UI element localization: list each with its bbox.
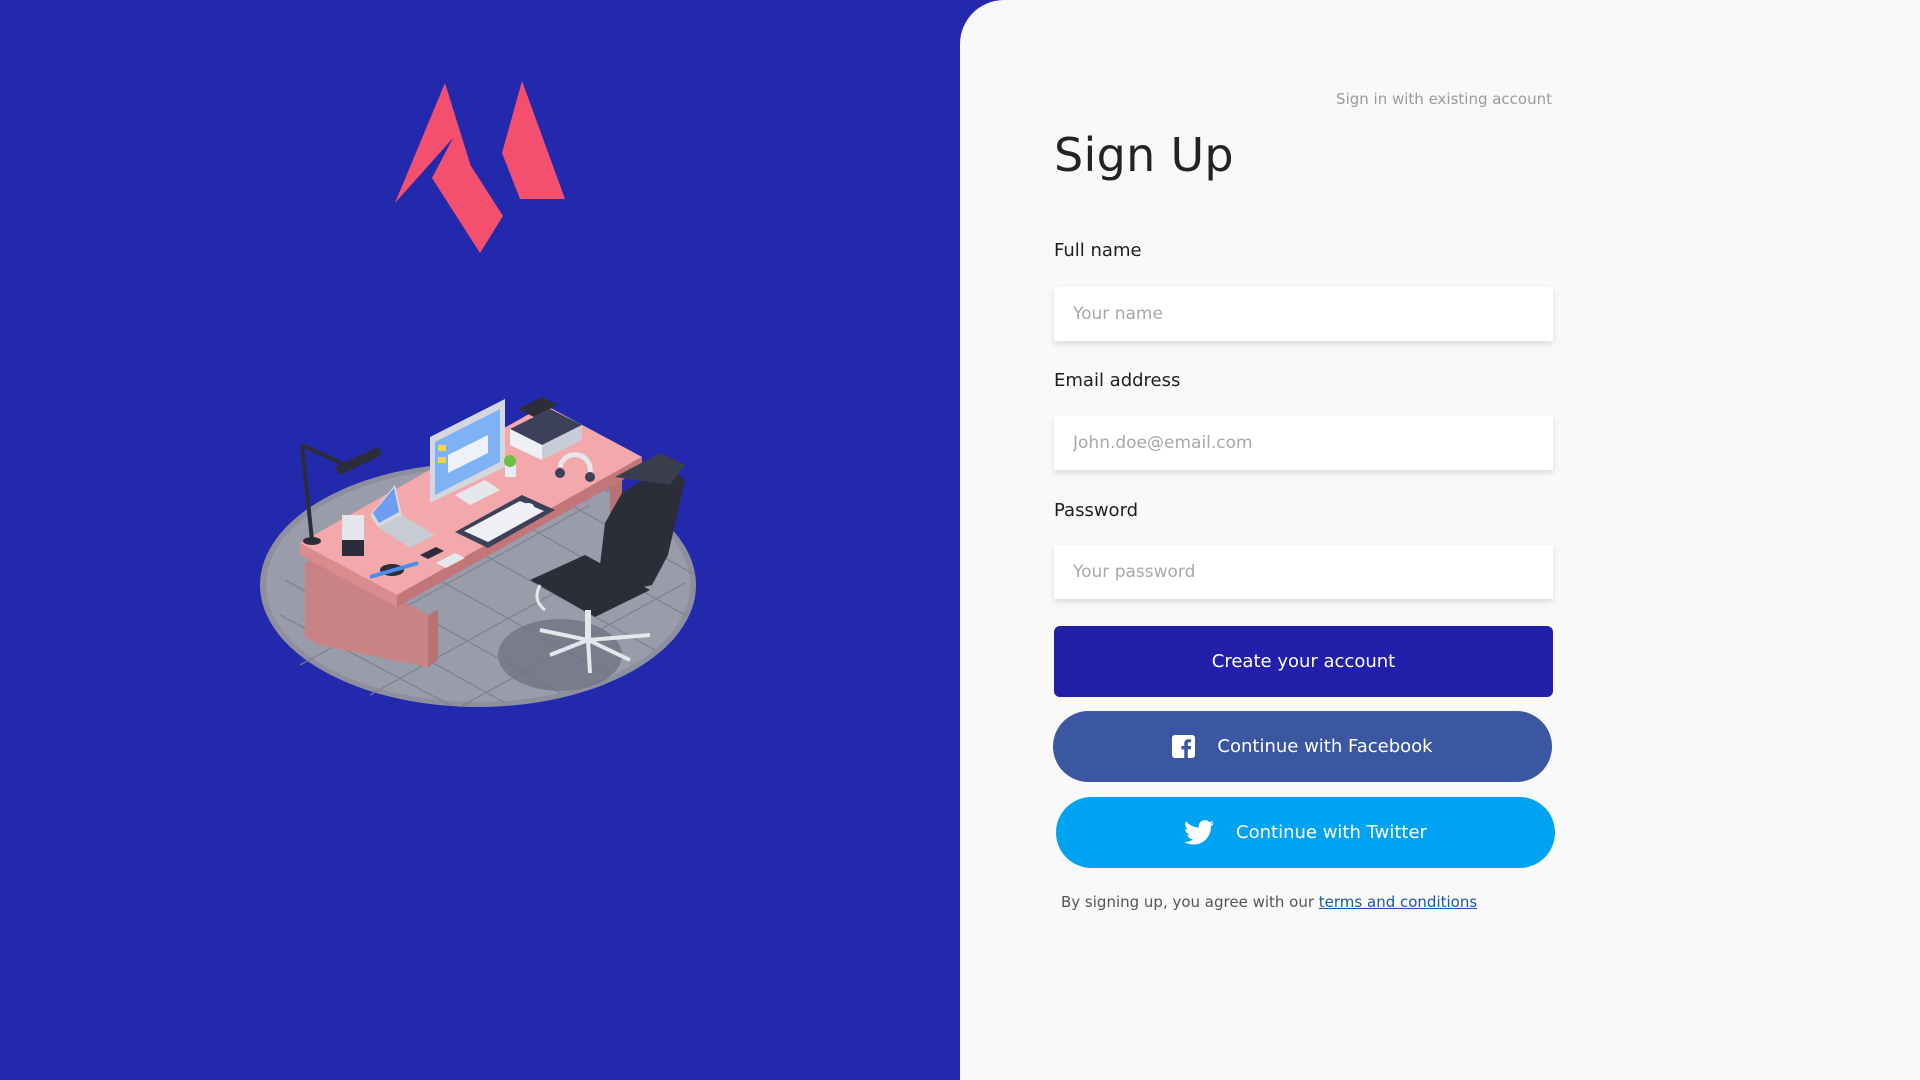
- twitter-icon: [1184, 820, 1215, 845]
- password-input[interactable]: [1054, 545, 1553, 599]
- terms-link[interactable]: terms and conditions: [1319, 893, 1477, 911]
- continue-facebook-label: Continue with Facebook: [1217, 736, 1433, 757]
- fullname-label: Full name: [1054, 240, 1142, 261]
- continue-twitter-label: Continue with Twitter: [1236, 822, 1427, 843]
- create-account-button[interactable]: Create your account: [1054, 626, 1553, 697]
- signup-panel: Sign in with existing account Sign Up Fu…: [960, 0, 1920, 1080]
- desk-illustration: [260, 397, 696, 708]
- brand-logo-icon: [395, 81, 565, 253]
- create-account-label: Create your account: [1211, 651, 1396, 672]
- terms-prefix: By signing up, you agree with our: [1061, 893, 1319, 911]
- signup-page: Sign in with existing account Sign Up Fu…: [0, 0, 1920, 1080]
- signin-existing-link[interactable]: Sign in with existing account: [1336, 90, 1552, 108]
- page-title: Sign Up: [1054, 128, 1234, 182]
- email-label: Email address: [1054, 370, 1181, 391]
- password-label: Password: [1054, 500, 1139, 521]
- continue-twitter-button[interactable]: Continue with Twitter: [1056, 797, 1555, 868]
- hero-section: [0, 0, 961, 1080]
- fullname-input[interactable]: [1054, 287, 1553, 341]
- terms-text: By signing up, you agree with our terms …: [1061, 893, 1477, 911]
- facebook-icon: [1172, 735, 1196, 758]
- continue-facebook-button[interactable]: Continue with Facebook: [1053, 711, 1552, 782]
- email-input[interactable]: [1054, 416, 1553, 470]
